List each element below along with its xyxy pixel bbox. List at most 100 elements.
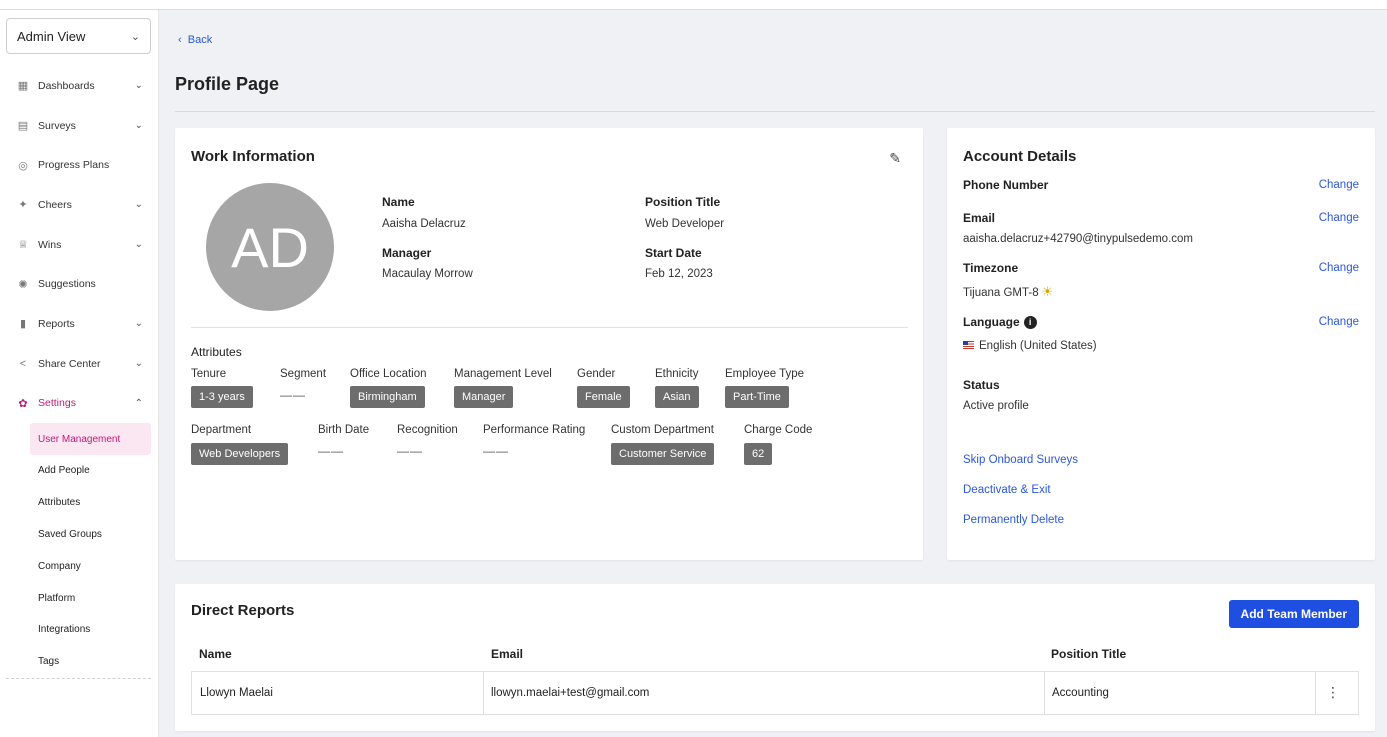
timezone-label: Timezone	[963, 261, 1019, 275]
attr-office-label: Office Location	[350, 368, 427, 380]
sub-item-user-management[interactable]: User Management	[30, 423, 151, 455]
language-label-row: Language i	[963, 315, 1037, 329]
attr-gender-label: Gender	[577, 368, 616, 380]
chevron-down-icon: ⌄	[130, 30, 140, 43]
timezone-value-row: Tijuana GMT-8 ☀	[963, 284, 1053, 300]
chevron-down-icon: ⌄	[134, 80, 143, 92]
pencil-icon[interactable]: ✎	[889, 150, 901, 167]
party-icon: ✦	[18, 199, 28, 212]
sidebar-item-label: Surveys	[38, 119, 76, 132]
info-icon[interactable]: i	[1023, 316, 1037, 329]
avatar: AD	[206, 183, 334, 311]
sidebar-item-suggestions[interactable]: ✺ Suggestions	[0, 264, 159, 304]
work-information-card: Work Information ✎ AD Name Aaisha Delacr…	[175, 128, 923, 560]
sub-item-platform[interactable]: Platform	[0, 582, 159, 614]
row-position: Accounting	[1052, 687, 1109, 699]
sun-icon: ☀	[1041, 284, 1054, 299]
sidebar-item-reports[interactable]: ▮ Reports ⌄	[0, 304, 159, 344]
share-icon: <	[19, 357, 27, 370]
sidebar-item-dashboards[interactable]: ▦ Dashboards ⌄	[0, 66, 159, 106]
status-label: Status	[963, 378, 1000, 392]
start-date-label: Start Date	[645, 246, 702, 260]
sidebar-nav: ▦ Dashboards ⌄ ▤ Surveys ⌄ ◎ Progress Pl…	[0, 66, 159, 678]
attr-tenure-chip: 1-3 years	[191, 386, 253, 408]
sub-item-saved-groups[interactable]: Saved Groups	[0, 519, 159, 551]
chevron-up-icon: ⌃	[134, 397, 143, 409]
direct-reports-card: Direct Reports Add Team Member Name Emai…	[175, 584, 1375, 731]
sidebar-item-label: Settings	[38, 397, 76, 410]
attr-perf-value: ——	[483, 444, 509, 458]
attr-emptype-chip: Part-Time	[725, 386, 789, 408]
page-title: Profile Page	[175, 74, 280, 94]
target-icon: ◎	[18, 159, 28, 172]
email-label: Email	[963, 211, 996, 225]
chevron-down-icon: ⌄	[134, 318, 143, 330]
attr-perf-label: Performance Rating	[483, 424, 586, 436]
column-header-position: Position Title	[1051, 647, 1127, 661]
change-language-link[interactable]: Change	[1319, 316, 1359, 328]
cell-divider	[1315, 672, 1316, 714]
sidebar-item-label: Progress Plans	[38, 159, 110, 172]
attr-emptype-label: Employee Type	[725, 368, 805, 380]
change-timezone-link[interactable]: Change	[1319, 262, 1359, 274]
top-bar	[0, 0, 1387, 10]
us-flag-icon	[963, 341, 974, 349]
attr-ethnicity-label: Ethnicity	[655, 368, 699, 380]
sidebar-item-label: Cheers	[38, 198, 72, 211]
deactivate-exit-link[interactable]: Deactivate & Exit	[963, 484, 1051, 496]
name-value: Aaisha Delacruz	[382, 218, 466, 230]
language-label: Language	[963, 315, 1020, 329]
chevron-down-icon: ⌄	[134, 239, 143, 251]
gear-icon: ✿	[18, 397, 28, 410]
divider	[191, 327, 908, 328]
change-phone-link[interactable]: Change	[1319, 179, 1359, 191]
add-team-member-button[interactable]: Add Team Member	[1228, 600, 1359, 628]
back-link[interactable]: ‹ Back	[178, 34, 212, 46]
sidebar-item-cheers[interactable]: ✦ Cheers ⌄	[0, 185, 159, 225]
survey-icon: ▤	[17, 120, 29, 133]
attr-mgmt-chip: Manager	[454, 386, 514, 408]
view-select[interactable]: Admin View ⌄	[6, 18, 151, 54]
sidebar-item-label: Suggestions	[38, 278, 96, 291]
language-value-row: English (United States)	[963, 340, 1097, 352]
card-title: Account Details	[963, 148, 1077, 165]
more-vertical-icon[interactable]: ⋮	[1326, 684, 1340, 701]
lightbulb-icon: ✺	[18, 278, 28, 291]
sidebar-item-wins[interactable]: ♕ Wins ⌄	[0, 225, 159, 265]
attr-recog-label: Recognition	[397, 424, 458, 436]
manager-label: Manager	[382, 246, 432, 260]
permanently-delete-link[interactable]: Permanently Delete	[963, 514, 1064, 526]
sub-item-attributes[interactable]: Attributes	[0, 487, 159, 519]
attr-tenure-label: Tenure	[191, 368, 227, 380]
card-title: Work Information	[191, 148, 315, 165]
sidebar-item-settings[interactable]: ✿ Settings ⌃	[0, 384, 159, 424]
status-value: Active profile	[963, 400, 1029, 412]
change-email-link[interactable]: Change	[1319, 212, 1359, 224]
sidebar-item-surveys[interactable]: ▤ Surveys ⌄	[0, 106, 159, 146]
attr-charge-label: Charge Code	[744, 424, 813, 436]
attr-segment-label: Segment	[280, 368, 327, 380]
trophy-icon: ♕	[18, 239, 28, 252]
attr-custdept-label: Custom Department	[611, 424, 714, 436]
name-label: Name	[382, 195, 415, 209]
skip-onboard-surveys-link[interactable]: Skip Onboard Surveys	[963, 454, 1078, 466]
attr-recog-value: ——	[397, 444, 423, 458]
sub-item-add-people[interactable]: Add People	[0, 455, 159, 487]
timezone-value: Tijuana GMT-8	[963, 287, 1039, 299]
table-row[interactable]: Llowyn Maelai llowyn.maelai+test@gmail.c…	[191, 671, 1359, 715]
card-title: Direct Reports	[191, 602, 295, 619]
sub-item-integrations[interactable]: Integrations	[0, 614, 159, 646]
chevron-left-icon: ‹	[178, 34, 188, 46]
cell-divider	[483, 672, 484, 714]
attr-segment-value: ——	[280, 388, 306, 402]
position-label: Position Title	[645, 195, 721, 209]
attributes-title: Attributes	[191, 345, 242, 359]
sub-item-company[interactable]: Company	[0, 550, 159, 582]
sidebar-item-progress-plans[interactable]: ◎ Progress Plans	[0, 145, 159, 185]
sub-item-tags[interactable]: Tags	[0, 646, 159, 678]
language-value: English (United States)	[979, 340, 1097, 352]
sidebar-divider	[6, 678, 151, 679]
attr-gender-chip: Female	[577, 386, 630, 408]
attr-charge-chip: 62	[744, 443, 773, 465]
sidebar-item-share-center[interactable]: < Share Center ⌄	[0, 344, 159, 384]
